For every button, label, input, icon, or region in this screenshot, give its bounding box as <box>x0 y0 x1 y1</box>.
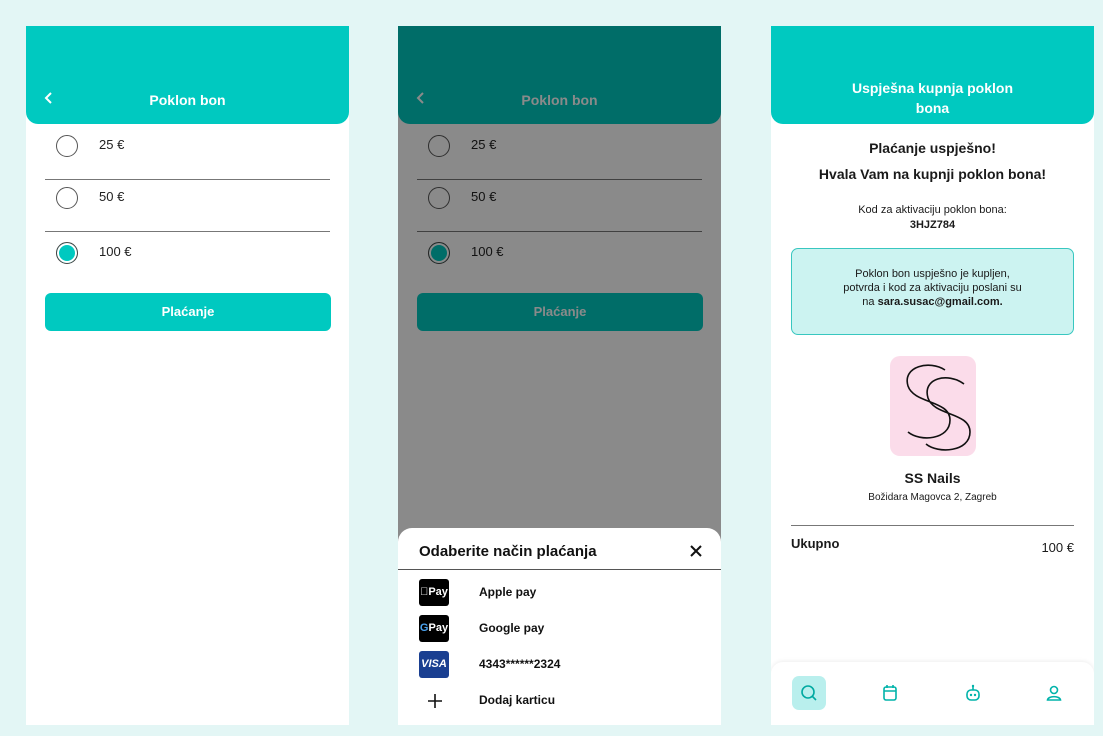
apple-pay-icon: Pay <box>419 579 449 606</box>
info-line: na sara.susac@gmail.com. <box>862 296 1003 308</box>
option-label: 25 € <box>99 137 125 152</box>
payment-apple-pay[interactable]: Pay Apple pay <box>419 579 700 609</box>
google-pay-icon: GPay <box>419 615 449 642</box>
pay-button[interactable]: Plaćanje <box>45 293 331 331</box>
salon-address: Božidara Magovca 2, Zagreb <box>868 492 997 503</box>
calendar-icon <box>883 685 897 701</box>
activation-code: 3HJZ784 <box>909 219 956 231</box>
close-icon[interactable] <box>689 544 703 558</box>
page-title: Uspješna kupnja poklon bona <box>851 80 1014 116</box>
page-title: Poklon bon <box>149 92 226 108</box>
divider <box>398 569 721 570</box>
visa-icon: VISA <box>419 651 449 678</box>
total-label: Ukupno <box>791 536 840 551</box>
bottom-nav <box>771 662 1094 725</box>
nav-assistant[interactable] <box>956 676 990 710</box>
success-title: Plaćanje uspješno! <box>869 140 996 156</box>
search-icon <box>801 685 817 701</box>
header: Uspješna kupnja poklon bona <box>771 26 1094 124</box>
salon-logo: SS <box>890 356 976 456</box>
voucher-select-screen: Poklon bon 25 € 50 € 100 € Plaćanje <box>26 26 349 725</box>
confirmation-info-box: Poklon bon uspješno je kupljen, potvrda … <box>791 248 1074 335</box>
info-line: Poklon bon uspješno je kupljen, <box>855 268 1010 280</box>
nav-calendar[interactable] <box>873 676 907 710</box>
sheet-title: Odaberite način plaćanja <box>419 543 597 560</box>
svg-text:SS: SS <box>890 356 892 357</box>
email: sara.susac@gmail.com. <box>877 296 1003 308</box>
divider <box>791 525 1074 526</box>
radio-button[interactable] <box>56 187 78 209</box>
option-25[interactable]: 25 € <box>45 125 330 180</box>
code-label: Kod za aktivaciju poklon bona: <box>858 204 1007 216</box>
total-value: 100 € <box>1041 540 1074 555</box>
header: Poklon bon <box>26 26 349 124</box>
purchase-success-screen: Uspješna kupnja poklon bona Plaćanje uspj… <box>771 26 1094 725</box>
option-label: 50 € <box>99 189 125 204</box>
payment-method-screen: Poklon bon 25 € 50 € 100 € Plaćanje Odab… <box>398 26 721 725</box>
add-card-button[interactable]: Dodaj karticu <box>419 687 700 717</box>
payment-google-pay[interactable]: GPay Google pay <box>419 615 700 645</box>
profile-icon <box>1046 685 1062 701</box>
nav-search[interactable] <box>792 676 826 710</box>
option-label: 100 € <box>99 244 132 259</box>
salon-name: SS Nails <box>904 470 961 486</box>
payment-label: Google pay <box>479 621 545 635</box>
plus-icon <box>428 694 442 708</box>
card-number: 4343******2324 <box>479 657 561 671</box>
info-line: potvrda i kod za aktivaciju poslani su <box>843 282 1022 294</box>
payment-card[interactable]: VISA 4343******2324 <box>419 651 700 681</box>
robot-icon <box>966 684 980 701</box>
nav-profile[interactable] <box>1037 676 1071 710</box>
option-100[interactable]: 100 € <box>45 232 330 287</box>
payment-method-sheet: Odaberite način plaćanja Pay Apple pay … <box>398 528 721 725</box>
payment-label: Apple pay <box>479 585 537 599</box>
option-50[interactable]: 50 € <box>45 177 330 232</box>
add-card-label: Dodaj karticu <box>479 693 556 707</box>
radio-button-selected[interactable] <box>56 242 78 264</box>
radio-button[interactable] <box>56 135 78 157</box>
success-subtitle: Hvala Vam na kupnji poklon bona! <box>818 166 1047 182</box>
